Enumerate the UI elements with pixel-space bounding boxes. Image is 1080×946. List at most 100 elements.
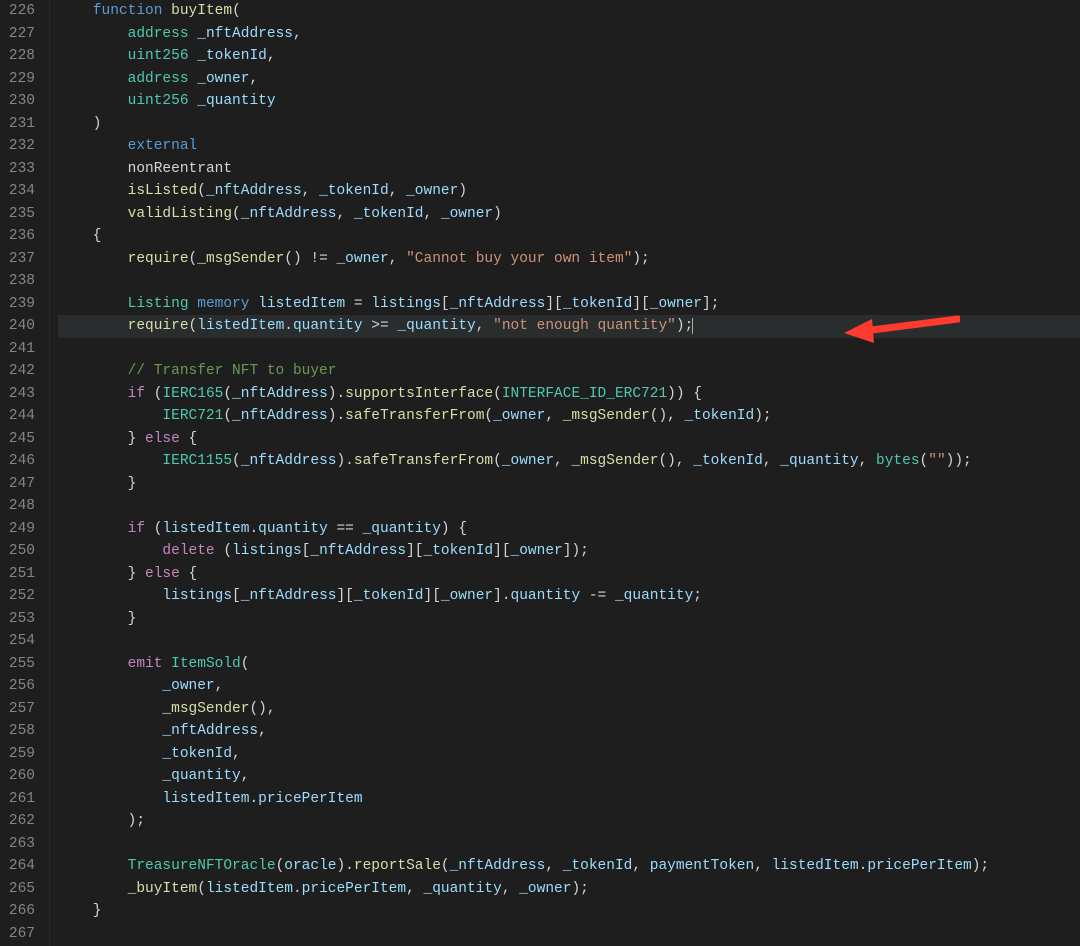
code-line[interactable]: ) xyxy=(58,113,1080,136)
token: validListing xyxy=(128,206,232,222)
code-line[interactable]: } xyxy=(58,900,1080,923)
code-line[interactable]: Listing memory listedItem = listings[_nf… xyxy=(58,293,1080,316)
code-line[interactable]: uint256 _quantity xyxy=(58,90,1080,113)
token: // Transfer NFT to buyer xyxy=(128,363,337,379)
token: _tokenId xyxy=(563,858,633,874)
code-line[interactable]: listings[_nftAddress][_tokenId][_owner].… xyxy=(58,585,1080,608)
code-line[interactable]: } xyxy=(58,473,1080,496)
line-number: 247 xyxy=(8,473,35,496)
code-line[interactable]: _quantity, xyxy=(58,765,1080,788)
code-line[interactable]: function buyItem( xyxy=(58,0,1080,23)
token: ( xyxy=(223,408,232,424)
code-line[interactable]: require(_msgSender() != _owner, "Cannot … xyxy=(58,248,1080,271)
token: ][ xyxy=(424,588,441,604)
token: _owner xyxy=(502,453,554,469)
token: ); xyxy=(571,881,588,897)
token: _nftAddress xyxy=(241,453,337,469)
token: (), xyxy=(249,701,275,717)
code-line[interactable]: // Transfer NFT to buyer xyxy=(58,360,1080,383)
code-line[interactable]: TreasureNFTOracle(oracle).reportSale(_nf… xyxy=(58,855,1080,878)
token: memory xyxy=(197,296,249,312)
code-line[interactable]: emit ItemSold( xyxy=(58,653,1080,676)
line-number: 243 xyxy=(8,383,35,406)
token: ). xyxy=(336,453,353,469)
code-line[interactable]: require(listedItem.quantity >= _quantity… xyxy=(58,315,1080,338)
token xyxy=(249,296,258,312)
token: require xyxy=(128,318,189,334)
token: _msgSender xyxy=(197,251,284,267)
code-line[interactable] xyxy=(58,338,1080,361)
code-line[interactable]: } else { xyxy=(58,563,1080,586)
token xyxy=(58,408,162,424)
token xyxy=(58,138,128,154)
line-number: 236 xyxy=(8,225,35,248)
token: IERC721 xyxy=(162,408,223,424)
token: _nftAddress xyxy=(450,296,546,312)
code-line[interactable]: address _nftAddress, xyxy=(58,23,1080,46)
line-number: 260 xyxy=(8,765,35,788)
code-line[interactable] xyxy=(58,833,1080,856)
code-line[interactable]: _buyItem(listedItem.pricePerItem, _quant… xyxy=(58,878,1080,901)
token: } xyxy=(58,566,145,582)
token: uint256 xyxy=(128,93,189,109)
code-line[interactable]: address _owner, xyxy=(58,68,1080,91)
line-number: 245 xyxy=(8,428,35,451)
line-number: 262 xyxy=(8,810,35,833)
code-line[interactable]: { xyxy=(58,225,1080,248)
token xyxy=(58,881,128,897)
code-line[interactable] xyxy=(58,923,1080,946)
token: ( xyxy=(276,858,285,874)
token xyxy=(58,296,128,312)
token: , xyxy=(406,881,423,897)
token: nonReentrant xyxy=(128,161,232,177)
code-line[interactable]: if (listedItem.quantity == _quantity) { xyxy=(58,518,1080,541)
token: ). xyxy=(328,386,345,402)
token: ( xyxy=(232,3,241,19)
code-line[interactable]: isListed(_nftAddress, _tokenId, _owner) xyxy=(58,180,1080,203)
line-number: 238 xyxy=(8,270,35,293)
token: isListed xyxy=(128,183,198,199)
code-editor[interactable]: 2262272282292302312322332342352362372382… xyxy=(0,0,1080,946)
token xyxy=(58,3,93,19)
token: _tokenId xyxy=(685,408,755,424)
code-line[interactable]: external xyxy=(58,135,1080,158)
code-line[interactable]: validListing(_nftAddress, _tokenId, _own… xyxy=(58,203,1080,226)
token: ( xyxy=(197,183,206,199)
token: ItemSold xyxy=(171,656,241,672)
token: pricePerItem xyxy=(867,858,971,874)
line-number: 234 xyxy=(8,180,35,203)
code-area[interactable]: function buyItem( address _nftAddress, u… xyxy=(50,0,1080,946)
token: (), xyxy=(650,408,685,424)
line-number: 244 xyxy=(8,405,35,428)
token xyxy=(189,93,198,109)
code-line[interactable]: nonReentrant xyxy=(58,158,1080,181)
token: _tokenId xyxy=(319,183,389,199)
code-line[interactable] xyxy=(58,630,1080,653)
code-line[interactable]: delete (listings[_nftAddress][_tokenId][… xyxy=(58,540,1080,563)
token: )); xyxy=(946,453,972,469)
code-line[interactable]: if (IERC165(_nftAddress).supportsInterfa… xyxy=(58,383,1080,406)
token xyxy=(58,678,162,694)
code-line[interactable]: } else { xyxy=(58,428,1080,451)
code-line[interactable]: IERC1155(_nftAddress).safeTransferFrom(_… xyxy=(58,450,1080,473)
code-line[interactable]: _nftAddress, xyxy=(58,720,1080,743)
line-number: 259 xyxy=(8,743,35,766)
token xyxy=(58,183,128,199)
code-line[interactable]: ); xyxy=(58,810,1080,833)
token xyxy=(58,746,162,762)
token: , xyxy=(763,453,780,469)
code-line[interactable]: listedItem.pricePerItem xyxy=(58,788,1080,811)
code-line[interactable]: } xyxy=(58,608,1080,631)
code-line[interactable]: IERC721(_nftAddress).safeTransferFrom(_o… xyxy=(58,405,1080,428)
token: _msgSender xyxy=(162,701,249,717)
token: _quantity xyxy=(397,318,475,334)
code-line[interactable]: _msgSender(), xyxy=(58,698,1080,721)
code-line[interactable]: _owner, xyxy=(58,675,1080,698)
code-line[interactable] xyxy=(58,495,1080,518)
code-line[interactable]: uint256 _tokenId, xyxy=(58,45,1080,68)
line-number: 261 xyxy=(8,788,35,811)
token: . xyxy=(249,791,258,807)
code-line[interactable] xyxy=(58,270,1080,293)
token: _tokenId xyxy=(424,543,494,559)
code-line[interactable]: _tokenId, xyxy=(58,743,1080,766)
